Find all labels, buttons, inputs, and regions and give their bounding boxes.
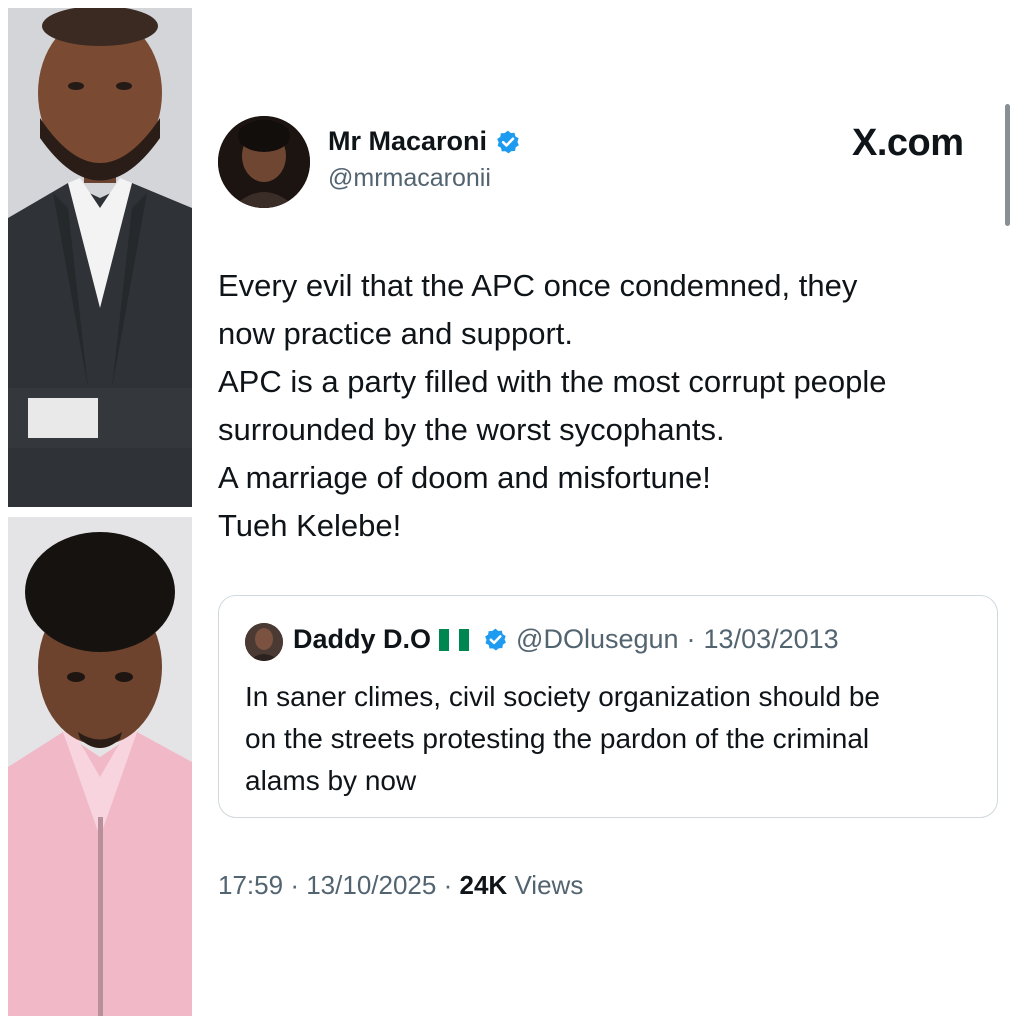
tweet-text-line: Tueh Kelebe! (218, 508, 402, 543)
tweet-text-line: surrounded by the worst sycophants. (218, 412, 725, 447)
quoted-tweet-text: In saner climes, civil society organizat… (245, 676, 985, 802)
views-count: 24K (459, 870, 508, 900)
quoted-text-line: alams by now (245, 765, 417, 796)
tweet-text-line: now practice and support. (218, 316, 573, 351)
tweet-text-line: APC is a party filled with the most corr… (218, 364, 887, 399)
quoted-author-avatar[interactable] (245, 623, 283, 661)
tweet-text: Every evil that the APC once condemned, … (218, 262, 1008, 550)
nigeria-flag-icon (439, 628, 470, 651)
views-label: Views (514, 870, 584, 900)
quoted-author-name[interactable]: Daddy D.O (293, 624, 431, 655)
x-com-logo: X.com (852, 122, 964, 164)
separator-dot: · (443, 870, 453, 900)
tweet-text-line: Every evil that the APC once condemned, … (218, 268, 858, 303)
separator-dot: · (686, 624, 696, 654)
verified-badge-icon (485, 628, 506, 651)
quoted-author-handle[interactable]: @DOlusegun (516, 624, 679, 655)
verified-badge-icon (497, 130, 519, 153)
tweet-time[interactable]: 17:59 (218, 870, 283, 900)
tweet-date[interactable]: 13/10/2025 (306, 870, 436, 900)
photo-man-in-pink-jacket (8, 517, 192, 1016)
photo-man-in-suit (8, 8, 192, 507)
tweet-text-line: A marriage of doom and misfortune! (218, 460, 711, 495)
tweet-meta: 17:59 · 13/10/2025 · 24K Views (218, 870, 583, 901)
quoted-tweet-header: Daddy D.O @DOlusegun · 13/03/2013 (293, 624, 839, 655)
quoted-text-line: on the streets protesting the pardon of … (245, 723, 870, 754)
quoted-tweet-card[interactable]: Daddy D.O @DOlusegun · 13/03/2013 In san… (218, 595, 998, 818)
quoted-text-line: In saner climes, civil society organizat… (245, 681, 880, 712)
scrollbar-thumb[interactable] (1005, 104, 1010, 226)
author-name-row[interactable]: Mr Macaroni (328, 126, 521, 157)
separator-dot: · (290, 870, 299, 900)
author-handle[interactable]: @mrmacaronii (328, 164, 491, 193)
author-avatar[interactable] (218, 116, 310, 208)
quoted-tweet-date[interactable]: 13/03/2013 (704, 624, 839, 655)
author-display-name[interactable]: Mr Macaroni (328, 126, 487, 157)
